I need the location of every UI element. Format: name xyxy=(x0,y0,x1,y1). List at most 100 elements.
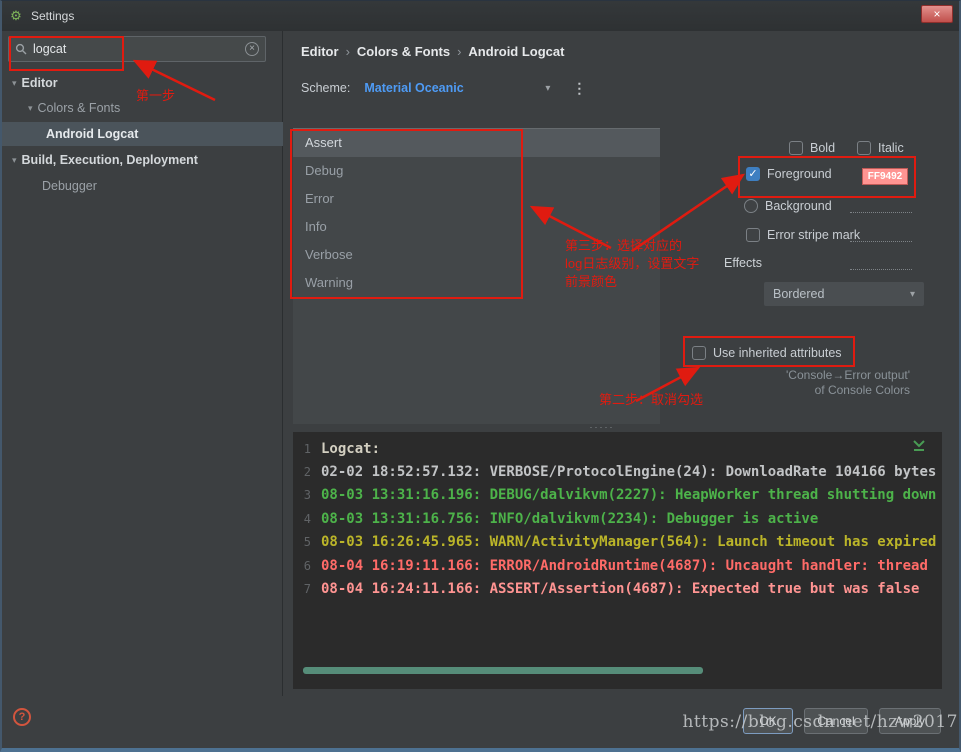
bold-option: Bold xyxy=(789,141,835,155)
foreground-checkbox[interactable]: ✓ xyxy=(746,167,760,181)
scheme-label: Scheme: xyxy=(301,81,350,95)
log-level-item-assert[interactable]: Assert xyxy=(293,129,660,157)
chevron-down-icon: ▾ xyxy=(545,83,550,94)
settings-window-icon: ⚙ xyxy=(8,8,24,24)
background-swatch-placeholder[interactable] xyxy=(850,212,912,213)
error-stripe-checkbox[interactable] xyxy=(746,228,760,242)
background-option: Background xyxy=(744,199,832,213)
foreground-label: Foreground xyxy=(767,167,832,181)
ok-button[interactable]: OK xyxy=(743,708,793,734)
settings-main: Editor › Colors & Fonts › Android Logcat Sch… xyxy=(283,31,959,696)
scheme-row: Scheme: Material Oceanic ▾ ⋮ xyxy=(301,75,586,101)
background-checkbox[interactable] xyxy=(744,199,758,213)
search-icon xyxy=(15,43,27,55)
line-number: 4 xyxy=(293,512,311,526)
italic-label: Italic xyxy=(878,141,904,155)
breadcrumb-item: Android Logcat xyxy=(468,44,564,59)
search-box[interactable]: × xyxy=(8,36,266,62)
check-icon: ✓ xyxy=(748,168,757,180)
scheme-actions-kebab-icon[interactable]: ⋮ xyxy=(572,80,586,97)
line-number: 2 xyxy=(293,465,311,479)
close-button[interactable]: × xyxy=(921,5,953,23)
sidebar-item-label: Build, Execution, Deployment xyxy=(22,153,198,167)
italic-checkbox[interactable] xyxy=(857,141,871,155)
inherit-note-line1: 'Console→Error output' xyxy=(704,368,910,383)
cancel-button[interactable]: Cancel xyxy=(804,708,868,734)
italic-option: Italic xyxy=(857,141,904,155)
chevron-down-icon: ▾ xyxy=(910,289,915,300)
use-inherited-label: Use inherited attributes xyxy=(713,346,842,360)
use-inherited-option: Use inherited attributes xyxy=(692,346,842,360)
chevron-down-icon: ▾ xyxy=(28,103,33,114)
preview-line: 4 08-03 13:31:16.756: INFO/dalvikvm(2234)… xyxy=(293,507,942,530)
error-stripe-swatch-placeholder[interactable] xyxy=(850,241,912,242)
background-label: Background xyxy=(765,199,832,213)
preview-line: 1 Logcat: xyxy=(293,437,942,460)
line-number: 6 xyxy=(293,559,311,573)
horizontal-scrollbar[interactable] xyxy=(303,667,703,674)
chevron-down-icon: ▾ xyxy=(12,155,17,166)
clear-search-icon[interactable]: × xyxy=(245,42,259,56)
log-level-item-warning[interactable]: Warning xyxy=(293,269,660,297)
breadcrumb-separator-icon: › xyxy=(457,44,461,59)
preview-line: 2 02-02 18:52:57.132: VERBOSE/ProtocolEng… xyxy=(293,460,942,483)
sidebar-item-debugger[interactable]: Debugger xyxy=(2,174,283,198)
breadcrumb-separator-icon: › xyxy=(346,44,350,59)
search-input[interactable] xyxy=(33,42,245,56)
settings-window: ⚙ Settings × × ▾ Editor ▾ Colors & Fonts xyxy=(0,0,961,752)
effects-type-value: Bordered xyxy=(773,287,824,301)
preview-line-text: 08-03 16:26:45.965: WARN/ActivityManager… xyxy=(321,534,936,550)
sidebar-item-label: Debugger xyxy=(42,179,97,193)
preview-line-text: 02-02 18:52:57.132: VERBOSE/ProtocolEngi… xyxy=(321,464,936,480)
bold-checkbox[interactable] xyxy=(789,141,803,155)
preview-line-text: 08-03 13:31:16.756: INFO/dalvikvm(2234):… xyxy=(321,511,818,527)
preview-line-text: 08-03 13:31:16.196: DEBUG/dalvikvm(2227)… xyxy=(321,487,936,503)
log-level-list: Assert Debug Error Info Verbose Warning xyxy=(293,128,660,424)
scheme-value: Material Oceanic xyxy=(364,81,463,95)
line-number: 5 xyxy=(293,535,311,549)
log-level-item-verbose[interactable]: Verbose xyxy=(293,241,660,269)
footer-bar: ? OK Cancel Apply xyxy=(2,696,959,748)
splitter-handle[interactable]: ····· xyxy=(572,422,632,432)
apply-button[interactable]: Apply xyxy=(879,708,941,734)
scroll-to-end-icon[interactable] xyxy=(912,439,926,452)
log-level-item-debug[interactable]: Debug xyxy=(293,157,660,185)
foreground-option: ✓ Foreground xyxy=(746,167,832,181)
breadcrumb-item[interactable]: Editor xyxy=(301,44,339,59)
line-number: 1 xyxy=(293,442,311,456)
sidebar-item-label: Colors & Fonts xyxy=(38,101,121,115)
sidebar-item-label: Android Logcat xyxy=(46,127,138,141)
window-title: Settings xyxy=(31,9,74,23)
scheme-select[interactable]: Material Oceanic ▾ xyxy=(364,81,550,95)
inherit-source-note: 'Console→Error output' of Console Colors xyxy=(704,368,910,398)
preview-line: 6 08-04 16:19:11.166: ERROR/AndroidRuntim… xyxy=(293,554,942,577)
line-number: 3 xyxy=(293,488,311,502)
sidebar: × ▾ Editor ▾ Colors & Fonts Android Logc… xyxy=(2,31,283,696)
use-inherited-checkbox[interactable] xyxy=(692,346,706,360)
preview-line: 5 08-03 16:26:45.965: WARN/ActivityManage… xyxy=(293,531,942,554)
sidebar-item-android-logcat[interactable]: Android Logcat xyxy=(2,122,283,146)
sidebar-item-colors-fonts[interactable]: ▾ Colors & Fonts xyxy=(2,96,283,120)
preview-line-text: 08-04 16:19:11.166: ERROR/AndroidRuntime… xyxy=(321,558,928,574)
preview-line: 3 08-03 13:31:16.196: DEBUG/dalvikvm(2227… xyxy=(293,484,942,507)
preview-pane: 1 Logcat: 2 02-02 18:52:57.132: VERBOSE/Pr… xyxy=(293,432,942,689)
sidebar-item-editor[interactable]: ▾ Editor xyxy=(2,71,283,95)
effects-type-select[interactable]: Bordered ▾ xyxy=(764,282,924,306)
preview-line: 708-04 16:24:11.166: ASSERT/Assertion(46… xyxy=(293,577,942,600)
sidebar-item-label: Editor xyxy=(22,76,58,90)
breadcrumb-item[interactable]: Colors & Fonts xyxy=(357,44,450,59)
foreground-color-swatch[interactable]: FF9492 xyxy=(862,168,908,185)
help-icon[interactable]: ? xyxy=(13,708,31,726)
sidebar-item-build-execution-deployment[interactable]: ▾ Build, Execution, Deployment xyxy=(2,148,283,172)
log-level-item-info[interactable]: Info xyxy=(293,213,660,241)
effects-label: Effects xyxy=(724,256,762,270)
inherit-note-line2: of Console Colors xyxy=(704,383,910,398)
titlebar: ⚙ Settings × xyxy=(2,1,959,31)
log-level-item-error[interactable]: Error xyxy=(293,185,660,213)
error-stripe-option: Error stripe mark xyxy=(746,228,860,242)
effects-swatch-placeholder[interactable] xyxy=(850,269,912,270)
preview-line-text: Logcat: xyxy=(321,441,380,457)
bold-label: Bold xyxy=(810,141,835,155)
line-number: 7 xyxy=(293,582,311,596)
effects-option: Effects xyxy=(724,256,762,270)
